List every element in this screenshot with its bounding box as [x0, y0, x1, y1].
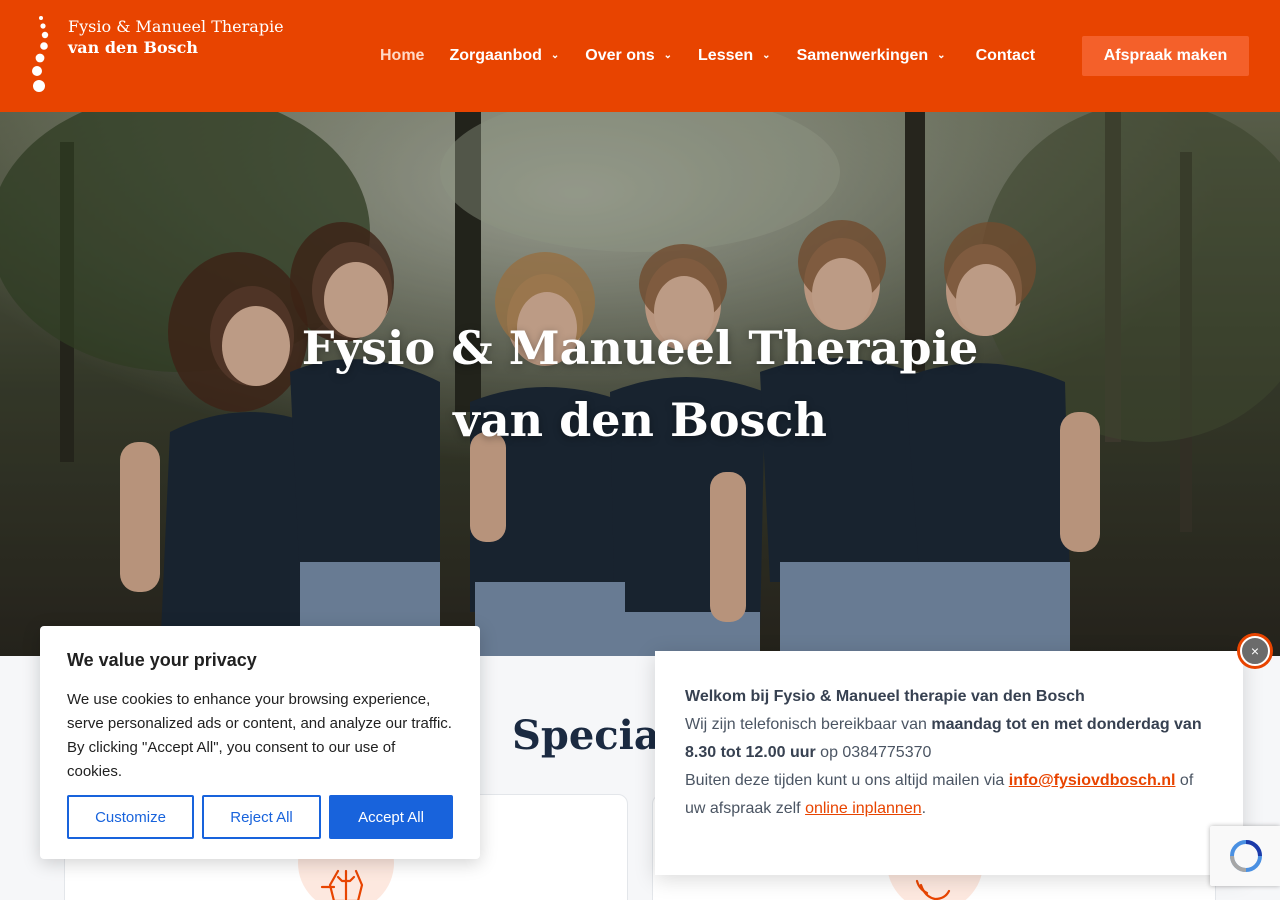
logo-spine-icon	[32, 16, 49, 92]
main-nav: Home Zorgaanbod ⌄ Over ons ⌄ Lessen ⌄ Sa…	[380, 44, 1035, 68]
nav-item-label: Lessen	[698, 47, 754, 64]
appointment-button[interactable]: Afspraak maken	[1082, 36, 1249, 76]
logo-line-2: van den Bosch	[68, 38, 199, 57]
nav-item-lessen[interactable]: Lessen ⌄	[698, 47, 771, 65]
nav-item-zorgaanbod[interactable]: Zorgaanbod ⌄	[449, 47, 559, 65]
cookie-buttons: Customize Reject All Accept All	[67, 795, 453, 839]
site-logo[interactable]: Fysio & Manueel Therapie van den Bosch	[28, 14, 298, 98]
close-icon: ×	[1240, 636, 1270, 666]
hero-title-line-1: Fysio & Manueel Therapie	[301, 321, 979, 375]
accept-all-button[interactable]: Accept All	[329, 795, 453, 839]
customize-button[interactable]: Customize	[67, 795, 194, 839]
chevron-down-icon: ⌄	[550, 50, 560, 61]
cookie-body: We use cookies to enhance your browsing …	[67, 691, 452, 780]
chevron-down-icon: ⌄	[663, 50, 673, 61]
hero-title: Fysio & Manueel Therapie van den Bosch	[0, 312, 1280, 456]
popup-phone-number: 0384775370	[842, 744, 932, 761]
popup-phone-intro: Wij zijn telefonisch bereikbaar van	[685, 716, 932, 733]
hero-banner: Fysio & Manueel Therapie van den Bosch	[0, 112, 1280, 656]
nav-item-samenwerkingen[interactable]: Samenwerkingen ⌄	[797, 47, 946, 65]
nav-item-label: Home	[380, 47, 425, 64]
logo-line-1: Fysio & Manueel Therapie	[68, 17, 284, 36]
nav-item-label: Zorgaanbod	[449, 47, 542, 64]
site-header: Fysio & Manueel Therapie van den Bosch H…	[0, 0, 1280, 112]
nav-item-over-ons[interactable]: Over ons ⌄	[585, 47, 672, 65]
popup-mail-intro: Buiten deze tijden kunt u ons altijd mai…	[685, 772, 1009, 789]
logo-text: Fysio & Manueel Therapie van den Bosch	[68, 16, 284, 58]
nav-item-home[interactable]: Home	[380, 47, 424, 65]
popup-online-booking-link[interactable]: online inplannen	[805, 800, 922, 817]
popup-period: .	[921, 800, 927, 817]
nav-item-label: Contact	[975, 47, 1036, 64]
recaptcha-icon	[1230, 840, 1262, 872]
cookie-title: We value your privacy	[67, 650, 257, 670]
chevron-down-icon: ⌄	[937, 50, 946, 61]
popup-close-button[interactable]: ×	[1237, 633, 1273, 669]
welcome-popup: Welkom bij Fysio & Manueel therapie van …	[655, 651, 1243, 875]
popup-welcome: Welkom bij Fysio & Manueel therapie van …	[685, 688, 1085, 705]
nav-item-label: Over ons	[585, 47, 655, 64]
popup-email-link[interactable]: info@fysiovdbosch.nl	[1009, 772, 1176, 789]
nav-item-label: Samenwerkingen	[796, 47, 929, 64]
popup-phone-on: op	[815, 744, 843, 761]
cookie-consent-dialog: We value your privacy We use cookies to …	[40, 626, 480, 859]
recaptcha-badge[interactable]	[1210, 826, 1280, 886]
hero-title-line-2: van den Bosch	[453, 393, 827, 447]
nav-item-contact[interactable]: Contact	[976, 47, 1036, 65]
chevron-down-icon: ⌄	[762, 50, 771, 61]
reject-all-button[interactable]: Reject All	[202, 795, 321, 839]
